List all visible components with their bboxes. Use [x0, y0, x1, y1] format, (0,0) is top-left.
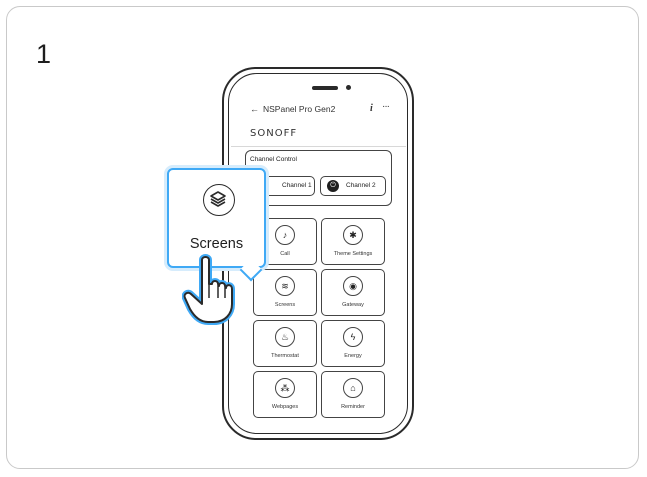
tile-label: Gateway [342, 302, 364, 308]
tap-hand-icon [182, 254, 235, 325]
screens-icon: ≋ [275, 276, 295, 296]
tile-reminder[interactable]: ⌂ Reminder [321, 371, 385, 418]
step-number: 1 [36, 39, 52, 69]
tile-energy[interactable]: ϟ Energy [321, 320, 385, 367]
brand-logo: SONOFF [250, 128, 298, 139]
tile-webpages[interactable]: ⁂ Webpages [253, 371, 317, 418]
screens-callout[interactable] [167, 168, 266, 268]
tile-label: Thermostat [271, 353, 299, 359]
tile-label: Reminder [341, 404, 365, 410]
back-arrow-icon[interactable]: ← [250, 104, 259, 114]
tile-screens[interactable]: ≋ Screens [253, 269, 317, 316]
info-icon[interactable]: i [370, 103, 373, 114]
tile-label: Theme Settings [333, 251, 373, 257]
phone-camera [346, 85, 351, 90]
callout-label: Screens [189, 236, 244, 252]
layers-icon [203, 184, 235, 216]
gateway-icon: ◉ [343, 276, 363, 296]
more-icon[interactable]: ··· [382, 101, 390, 112]
channel-2-button[interactable]: ⏻ Channel 2 [320, 176, 386, 196]
theme-icon: ✱ [343, 225, 363, 245]
power-icon: ⏻ [327, 180, 339, 192]
device-title: NSPanel Pro Gen2 [263, 104, 336, 114]
reminder-icon: ⌂ [343, 378, 363, 398]
webpages-icon: ⁂ [275, 378, 295, 398]
tile-theme-settings[interactable]: ✱ Theme Settings [321, 218, 385, 265]
channel-2-label: Channel 2 [346, 182, 376, 189]
app-header: ← NSPanel Pro Gen2 i ··· [250, 101, 400, 118]
channel-1-label: Channel 1 [282, 182, 312, 189]
header-divider [231, 146, 406, 147]
tile-label: Webpages [271, 404, 299, 410]
tile-label: Screens [274, 302, 296, 308]
thermostat-icon: ♨ [275, 327, 295, 347]
phone-speaker [312, 86, 338, 90]
tile-label: Energy [344, 353, 362, 359]
energy-icon: ϟ [343, 327, 363, 347]
tile-gateway[interactable]: ◉ Gateway [321, 269, 385, 316]
bell-icon: ♪ [275, 225, 295, 245]
tile-thermostat[interactable]: ♨ Thermostat [253, 320, 317, 367]
channel-control-title: Channel Control [250, 156, 297, 163]
